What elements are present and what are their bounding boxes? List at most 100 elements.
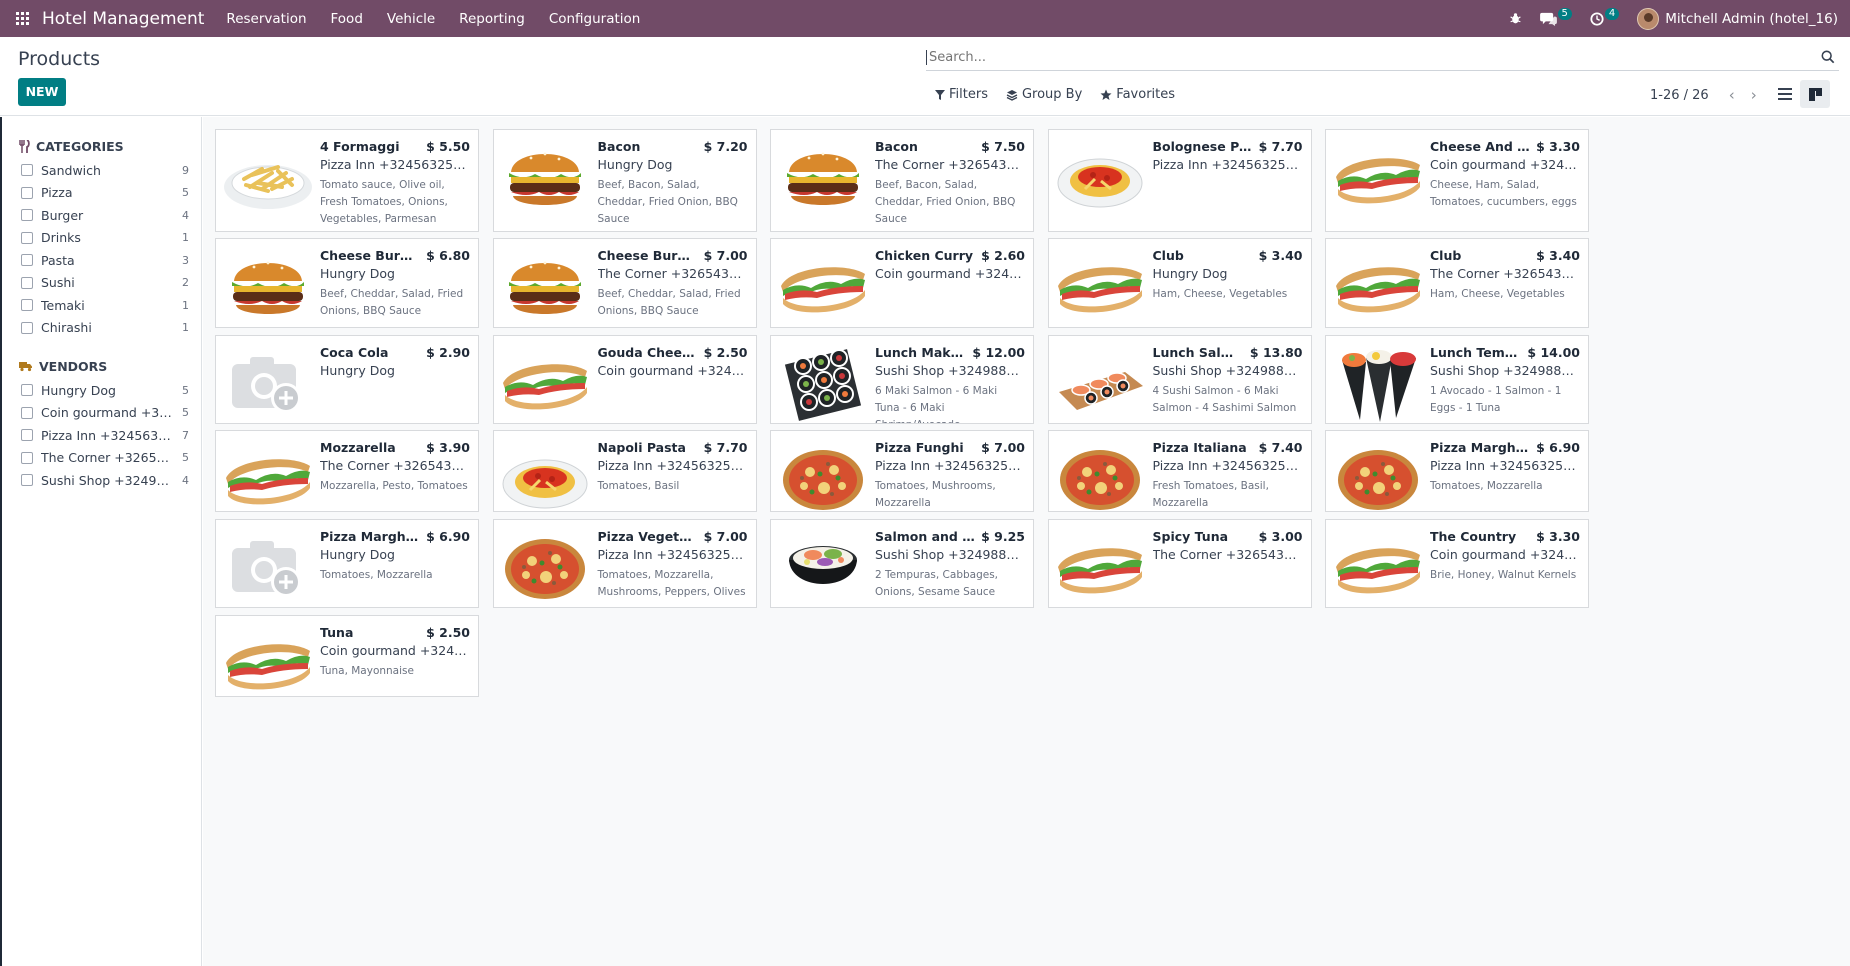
pasta-icon xyxy=(219,133,316,223)
category-burger[interactable]: Burger 4 xyxy=(2,204,201,227)
product-price: $ 5.50 xyxy=(426,139,470,154)
product-vendor: Sushi Shop +32498859912 xyxy=(875,363,1025,378)
menu-food[interactable]: Food xyxy=(331,11,363,27)
vendor-coin-gourmand[interactable]: Coin gourmand +324... 5 xyxy=(2,402,201,425)
card-body: The Country $ 3.30 Coin gourmand +32485562… xyxy=(1430,529,1580,584)
vendor-sushi-shop[interactable]: Sushi Shop +324988... 4 xyxy=(2,469,201,492)
favorites-button[interactable]: Favorites xyxy=(1100,87,1175,102)
menu-configuration[interactable]: Configuration xyxy=(549,11,641,27)
checkbox[interactable] xyxy=(21,406,33,419)
category-count: 5 xyxy=(182,186,189,200)
category-pasta[interactable]: Pasta 3 xyxy=(2,249,201,272)
checkbox[interactable] xyxy=(21,474,33,487)
product-card[interactable]: Bacon $ 7.20 Hungry Dog Beef, Bacon, Salad,… xyxy=(492,129,757,232)
product-description: Beef, Bacon, Salad, Cheddar, Fried Onion… xyxy=(597,179,738,225)
product-card[interactable]: Pizza Margherita $ 6.90 Hungry Dog Tomatoes… xyxy=(215,519,479,608)
pager-previous-icon[interactable]: ‹ xyxy=(1723,86,1741,104)
groupby-button[interactable]: Group By xyxy=(1006,87,1082,102)
product-card[interactable]: Napoli Pasta $ 7.70 Pizza Inn +32456325289… xyxy=(492,430,757,512)
product-card[interactable]: Pizza Funghi $ 7.00 Pizza Inn +32456325289… xyxy=(770,430,1034,512)
menu-vehicle[interactable]: Vehicle xyxy=(387,11,435,27)
checkbox[interactable] xyxy=(21,429,33,442)
category-temaki[interactable]: Temaki 1 xyxy=(2,294,201,317)
apps-menu-icon[interactable] xyxy=(15,11,30,26)
product-vendor: Hungry Dog xyxy=(1152,266,1228,281)
category-sushi[interactable]: Sushi 2 xyxy=(2,272,201,295)
filters-button[interactable]: Filters xyxy=(935,87,988,102)
product-card[interactable]: Lunch Temaki mix 3pc $ 14.00 Sushi Shop +3… xyxy=(1325,335,1589,424)
product-card[interactable]: Club $ 3.40 The Corner +32654321515 Ham, Ch… xyxy=(1325,238,1589,328)
product-card[interactable]: Cheese Burger $ 6.80 Hungry Dog Beef, Chedd… xyxy=(215,238,479,328)
category-drinks[interactable]: Drinks 1 xyxy=(2,227,201,250)
category-chirashi[interactable]: Chirashi 1 xyxy=(2,317,201,340)
search-icon[interactable] xyxy=(1821,50,1835,64)
vendor-pizza-inn[interactable]: Pizza Inn +32456325... 7 xyxy=(2,424,201,447)
category-label: Pizza xyxy=(41,185,73,201)
debug-bug-icon[interactable] xyxy=(1509,12,1522,25)
pager-next-icon[interactable]: › xyxy=(1745,86,1763,104)
checkbox[interactable] xyxy=(21,384,33,397)
categories-header: CATEGORIES xyxy=(2,137,201,155)
card-body: Pizza Margherita $ 6.90 Hungry Dog Tomatoes… xyxy=(320,529,470,584)
card-header: Pizza Italiana $ 7.40 xyxy=(1153,440,1303,455)
product-card[interactable]: Pizza Vegetarian $ 7.00 Pizza Inn +3245632… xyxy=(492,519,757,608)
product-price: $ 3.40 xyxy=(1258,248,1303,263)
checkbox[interactable] xyxy=(21,276,33,289)
sandwich-icon xyxy=(219,434,316,511)
search-input[interactable] xyxy=(926,50,1806,65)
menu-reporting[interactable]: Reporting xyxy=(459,11,525,27)
product-card[interactable]: Lunch Maki 18pc $ 12.00 Sushi Shop +324988… xyxy=(770,335,1034,424)
checkbox[interactable] xyxy=(21,164,33,177)
checkbox[interactable] xyxy=(21,209,33,222)
product-card[interactable]: 4 Formaggi $ 5.50 Pizza Inn +32456325289 To… xyxy=(215,129,479,232)
product-card[interactable]: Salmon and Avocado $ 9.25 Sushi Shop +3249… xyxy=(770,519,1034,608)
activities-button[interactable]: 4 xyxy=(1590,8,1620,26)
product-card[interactable]: Mozzarella $ 3.90 The Corner +32654321515 M… xyxy=(215,430,479,512)
checkbox[interactable] xyxy=(21,451,33,464)
product-description: 1 Avocado - 1 Salmon - 1 Eggs - 1 Tuna xyxy=(1430,385,1562,414)
product-name: Lunch Temaki mix 3pc xyxy=(1430,345,1522,360)
checkbox[interactable] xyxy=(21,186,33,199)
category-sandwich[interactable]: Sandwich 9 xyxy=(2,159,201,182)
product-card[interactable]: Club $ 3.40 Hungry Dog Ham, Cheese, Vegetab… xyxy=(1047,238,1312,328)
app-title[interactable]: Hotel Management xyxy=(42,9,204,29)
product-description: 4 Sushi Salmon - 6 Maki Salmon - 4 Sashi… xyxy=(1152,385,1297,414)
messages-button[interactable]: 5 xyxy=(1539,8,1572,26)
product-card[interactable]: Cheese And Ham $ 3.30 Coin gourmand +32485… xyxy=(1325,129,1589,232)
category-pizza[interactable]: Pizza 5 xyxy=(2,182,201,205)
product-card[interactable]: Pizza Italiana $ 7.40 Pizza Inn +324563252… xyxy=(1047,430,1312,512)
checkbox[interactable] xyxy=(21,321,33,334)
new-button[interactable]: NEW xyxy=(18,78,66,106)
user-menu[interactable]: Mitchell Admin (hotel_16) xyxy=(1637,7,1838,30)
checkbox[interactable] xyxy=(21,231,33,244)
card-header: Lunch Temaki mix 3pc $ 14.00 xyxy=(1430,345,1580,360)
product-price: $ 7.50 xyxy=(981,139,1025,154)
product-price: $ 3.30 xyxy=(1536,529,1580,544)
product-card[interactable]: Spicy Tuna $ 3.00 The Corner +32654321515 xyxy=(1047,519,1312,608)
pager-value[interactable]: 1-26 / 26 xyxy=(1650,88,1709,103)
product-card[interactable]: Bolognese Pasta $ 7.70 Pizza Inn +32456325… xyxy=(1047,129,1312,232)
vendor-the-corner[interactable]: The Corner +326543... 5 xyxy=(2,447,201,470)
product-card[interactable]: Gouda Cheese $ 2.50 Coin gourmand +3248556… xyxy=(492,335,757,424)
category-label: Drinks xyxy=(41,230,81,246)
product-name: Bolognese Pasta xyxy=(1152,139,1253,154)
product-name: Pizza Italiana xyxy=(1152,440,1247,455)
card-header: Pizza Margherita $ 6.90 xyxy=(1430,440,1580,455)
product-card[interactable]: Coca Cola $ 2.90 Hungry Dog xyxy=(215,335,479,424)
checkbox[interactable] xyxy=(21,254,33,267)
checkbox[interactable] xyxy=(21,299,33,312)
product-description: Tomatoes, Mozzarella xyxy=(320,569,433,581)
product-name: Spicy Tuna xyxy=(1152,529,1229,544)
list-view-button[interactable] xyxy=(1770,80,1800,108)
product-card[interactable]: Chicken Curry $ 2.60 Coin gourmand +324855… xyxy=(770,238,1034,328)
product-card[interactable]: Cheese Burger $ 7.00 The Corner +326543215… xyxy=(492,238,757,328)
kanban-view-button[interactable] xyxy=(1800,80,1830,108)
product-card[interactable]: The Country $ 3.30 Coin gourmand +32485562… xyxy=(1325,519,1589,608)
menu-reservation[interactable]: Reservation xyxy=(226,11,306,27)
product-price: $ 7.40 xyxy=(1258,440,1303,455)
product-card[interactable]: Lunch Salmon 20pc $ 13.80 Sushi Shop +3249… xyxy=(1047,335,1312,424)
product-card[interactable]: Tuna $ 2.50 Coin gourmand +32485562388 Tuna… xyxy=(215,615,479,697)
product-card[interactable]: Pizza Margherita $ 6.90 Pizza Inn +3245632… xyxy=(1325,430,1589,512)
product-card[interactable]: Bacon $ 7.50 The Corner +32654321515 Beef, … xyxy=(770,129,1034,232)
vendor-hungry-dog[interactable]: Hungry Dog 5 xyxy=(2,379,201,402)
